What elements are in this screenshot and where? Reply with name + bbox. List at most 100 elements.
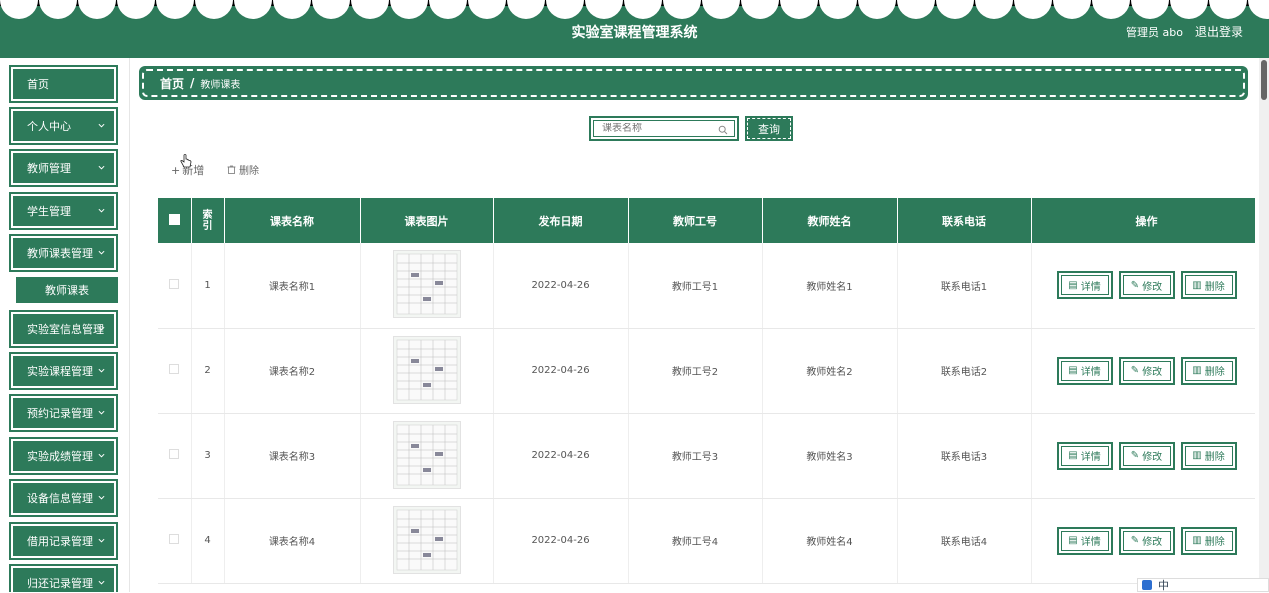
- schedule-image[interactable]: [392, 505, 461, 574]
- detail-button[interactable]: ▤ 详情: [1056, 271, 1113, 300]
- delete-button-label: 删除: [1204, 537, 1225, 548]
- table-row: 1 课表名称1 2022-04-26 教师工号1 教师姓名1 联系电话1 ▤ 详情 ✎ 修改 ▥ 删除: [158, 243, 1255, 329]
- vertical-scrollbar[interactable]: [1259, 58, 1269, 592]
- column-header: 教师姓名: [762, 198, 898, 243]
- row-checkbox[interactable]: [169, 534, 180, 544]
- delete-button[interactable]: ▥ 删除: [1180, 271, 1237, 300]
- top-header: 实验室课程管理系统 管理员 abo 退出登录: [0, 0, 1269, 58]
- trash-icon: ▥: [1192, 279, 1202, 291]
- row-schedule-name: 课表名称1: [224, 243, 361, 329]
- schedule-image[interactable]: [392, 420, 461, 489]
- delete-button-label: 删除: [1204, 367, 1225, 378]
- pencil-icon: ✎: [1130, 535, 1140, 546]
- header-select-all[interactable]: [158, 198, 192, 243]
- scallop-shape: [351, 0, 389, 19]
- chevron-down-icon: [98, 250, 105, 255]
- sidebar-item-borrow[interactable]: 借用记录管理: [9, 522, 118, 560]
- breadcrumb-home[interactable]: 首页: [160, 75, 184, 92]
- detail-button-label: 详情: [1080, 537, 1101, 548]
- document-icon: ▤: [1068, 450, 1078, 461]
- edit-button-label: 修改: [1142, 281, 1163, 293]
- scallop-shape: [39, 0, 77, 19]
- scallop-shape: [546, 0, 584, 19]
- row-actions: ▤ 详情 ✎ 修改 ▥ 删除: [1031, 413, 1255, 499]
- scallop-shape: [1248, 0, 1269, 19]
- row-checkbox[interactable]: [169, 364, 180, 374]
- row-checkbox[interactable]: [169, 449, 180, 459]
- edit-button[interactable]: ✎ 修改: [1118, 356, 1175, 385]
- pencil-icon: ✎: [1130, 279, 1140, 291]
- scallop-shape: [897, 0, 935, 19]
- search-input[interactable]: [602, 123, 712, 134]
- column-header: 索引: [191, 198, 225, 243]
- scallop-shape: [741, 0, 779, 19]
- detail-button[interactable]: ▤ 详情: [1056, 441, 1113, 470]
- edit-button[interactable]: ✎ 修改: [1118, 441, 1175, 470]
- chevron-down-icon: [98, 208, 105, 213]
- sidebar-item-label: 个人中心: [27, 120, 71, 133]
- table-row: 3 课表名称3 2022-04-26 教师工号3 教师姓名3 联系电话3 ▤ 详情 ✎ 修改 ▥ 删除: [158, 413, 1255, 499]
- row-select-cell: [158, 328, 192, 414]
- main-content: 首页 / 教师课表 查询 +新增 删除 索引 课表名称 课表图片 发布日期 教师…: [131, 58, 1255, 592]
- row-date: 2022-04-26: [493, 328, 629, 414]
- delete-button[interactable]: ▥ 删除: [1180, 526, 1237, 555]
- edit-button[interactable]: ✎ 修改: [1118, 271, 1175, 300]
- chevron-down-icon: [98, 123, 105, 128]
- scallop-shape: [702, 0, 740, 19]
- sidebar-item-teacher-schedule[interactable]: 教师课表管理: [9, 234, 118, 272]
- sidebar-item-home[interactable]: 首页: [9, 65, 118, 103]
- scallop-shape: [1170, 0, 1208, 19]
- sidebar-item-label: 实验课程管理: [27, 365, 93, 378]
- select-all-checkbox[interactable]: [168, 213, 180, 225]
- scallop-shape: [975, 0, 1013, 19]
- sidebar-item-return[interactable]: 归还记录管理: [9, 564, 118, 592]
- row-schedule-image-cell: [360, 498, 494, 584]
- column-header: 联系电话: [897, 198, 1032, 243]
- edit-button[interactable]: ✎ 修改: [1118, 526, 1175, 555]
- schedule-image[interactable]: [392, 250, 461, 319]
- query-button[interactable]: 查询: [745, 116, 793, 141]
- schedule-table: 索引 课表名称 课表图片 发布日期 教师工号 教师姓名 联系电话 操作 1 课表名…: [158, 198, 1255, 584]
- sidebar-item-reservations[interactable]: 预约记录管理: [9, 394, 118, 432]
- row-phone: 联系电话1: [897, 243, 1032, 329]
- scallop-shape: [156, 0, 194, 19]
- sidebar-item-lab-info[interactable]: 实验室信息管理: [9, 310, 118, 348]
- logout-link[interactable]: 退出登录: [1195, 23, 1243, 40]
- row-teacher-id: 教师工号3: [628, 413, 763, 499]
- current-user: 管理员 abo: [1126, 26, 1183, 39]
- batch-delete-button[interactable]: 删除: [227, 162, 259, 177]
- scallop-shape: [429, 0, 467, 19]
- sidebar-subitem-teacher-schedule[interactable]: 教师课表: [16, 277, 118, 303]
- scrollbar-thumb[interactable]: [1261, 60, 1267, 100]
- sidebar-item-label: 归还记录管理: [27, 577, 93, 590]
- row-schedule-name: 课表名称2: [224, 328, 361, 414]
- scallop-shape: [1209, 0, 1247, 19]
- row-date: 2022-04-26: [493, 498, 629, 584]
- sidebar-item-teachers[interactable]: 教师管理: [9, 149, 118, 187]
- scallop-shape: [585, 0, 623, 19]
- schedule-image[interactable]: [392, 335, 461, 404]
- sidebar-item-label: 借用记录管理: [27, 535, 93, 548]
- detail-button[interactable]: ▤ 详情: [1056, 526, 1113, 555]
- row-teacher-id: 教师工号2: [628, 328, 763, 414]
- pencil-icon: ✎: [1130, 365, 1140, 376]
- sidebar-item-profile[interactable]: 个人中心: [9, 107, 118, 145]
- delete-button[interactable]: ▥ 删除: [1180, 356, 1237, 385]
- row-date: 2022-04-26: [493, 413, 629, 499]
- row-checkbox[interactable]: [169, 278, 180, 289]
- sidebar-item-label: 实验室信息管理: [27, 323, 104, 336]
- detail-button[interactable]: ▤ 详情: [1056, 356, 1113, 385]
- sidebar-item-students[interactable]: 学生管理: [9, 192, 118, 230]
- scallop-shape: [624, 0, 662, 19]
- row-phone: 联系电话2: [897, 328, 1032, 414]
- ime-mode: 中: [1158, 579, 1169, 592]
- row-teacher-id: 教师工号1: [628, 243, 763, 329]
- sidebar-item-equipment[interactable]: 设备信息管理: [9, 479, 118, 517]
- sidebar-item-lab-courses[interactable]: 实验课程管理: [9, 352, 118, 390]
- sidebar-item-label: 教师管理: [27, 162, 71, 175]
- scallop-shape: [1053, 0, 1091, 19]
- sidebar-item-grades[interactable]: 实验成绩管理: [9, 437, 118, 475]
- edit-button-label: 修改: [1142, 537, 1163, 548]
- delete-button[interactable]: ▥ 删除: [1180, 441, 1237, 470]
- scallop-shape: [507, 0, 545, 19]
